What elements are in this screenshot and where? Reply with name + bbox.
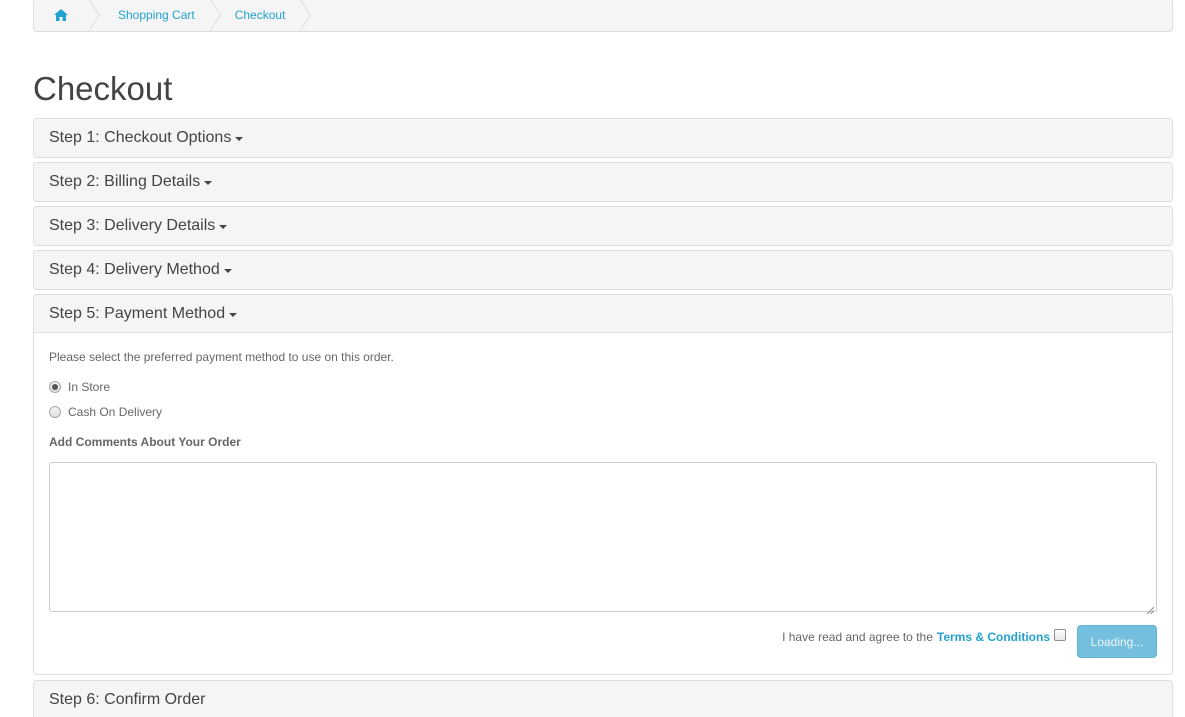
radio-in-store[interactable] — [49, 381, 61, 393]
payment-option-in-store[interactable]: In Store — [49, 380, 110, 394]
comments-label: Add Comments About Your Order — [49, 435, 241, 449]
step-5-heading[interactable]: Step 5: Payment Method — [34, 295, 1172, 333]
step-3-title: Step 3: Delivery Details — [49, 217, 216, 234]
step-2-title: Step 2: Billing Details — [49, 173, 201, 190]
terms-conditions-link[interactable]: Terms & Conditions — [937, 630, 1050, 644]
step-4-panel: Step 4: Delivery Method — [33, 250, 1173, 290]
payment-option-cash-on-delivery[interactable]: Cash On Delivery — [49, 405, 162, 419]
breadcrumb-separator — [293, 0, 313, 31]
caret-down-icon — [223, 269, 232, 273]
payment-intro-text: Please select the preferred payment meth… — [49, 350, 394, 364]
step-5-panel: Step 5: Payment Method Please select the… — [33, 294, 1173, 675]
payment-option-label: In Store — [68, 380, 111, 394]
caret-down-icon — [219, 225, 228, 229]
step-6-panel: Step 6: Confirm Order — [33, 680, 1173, 717]
caret-down-icon — [204, 181, 213, 185]
step-3-panel: Step 3: Delivery Details — [33, 206, 1173, 246]
breadcrumb-home[interactable] — [34, 0, 100, 31]
step-6-title: Step 6: Confirm Order — [49, 691, 206, 708]
caret-down-icon — [235, 137, 244, 141]
step-2-panel: Step 2: Billing Details — [33, 162, 1173, 202]
step-1-heading[interactable]: Step 1: Checkout Options — [34, 119, 1172, 157]
home-icon — [54, 9, 68, 21]
agree-text: I have read and agree to the — [782, 630, 933, 644]
breadcrumb-item-label: Shopping Cart — [118, 8, 195, 22]
step-6-heading[interactable]: Step 6: Confirm Order — [34, 681, 1172, 717]
step-3-heading[interactable]: Step 3: Delivery Details — [34, 207, 1172, 245]
payment-method-body: Please select the preferred payment meth… — [34, 333, 1172, 674]
breadcrumb-item-checkout[interactable]: Checkout — [215, 0, 312, 31]
resize-grip-icon[interactable] — [1146, 603, 1155, 615]
page-title: Checkout — [33, 70, 173, 107]
step-1-panel: Step 1: Checkout Options — [33, 118, 1173, 158]
step-4-title: Step 4: Delivery Method — [49, 261, 220, 278]
agree-checkbox[interactable] — [1054, 629, 1066, 641]
continue-button[interactable]: Loading... — [1077, 625, 1157, 658]
breadcrumb: Shopping Cart Checkout — [33, 0, 1173, 32]
step-5-title: Step 5: Payment Method — [49, 304, 226, 322]
radio-cash-on-delivery[interactable] — [49, 406, 61, 418]
breadcrumb-item-label: Checkout — [234, 8, 286, 22]
step-4-heading[interactable]: Step 4: Delivery Method — [34, 251, 1172, 289]
comments-textarea[interactable] — [49, 462, 1157, 612]
breadcrumb-item-shopping-cart[interactable]: Shopping Cart — [94, 0, 221, 31]
step-2-heading[interactable]: Step 2: Billing Details — [34, 163, 1172, 201]
payment-option-label: Cash On Delivery — [68, 405, 163, 419]
caret-down-icon — [229, 312, 238, 317]
agree-terms-row: I have read and agree to the Terms & Con… — [782, 629, 1066, 644]
step-1-title: Step 1: Checkout Options — [49, 129, 232, 146]
